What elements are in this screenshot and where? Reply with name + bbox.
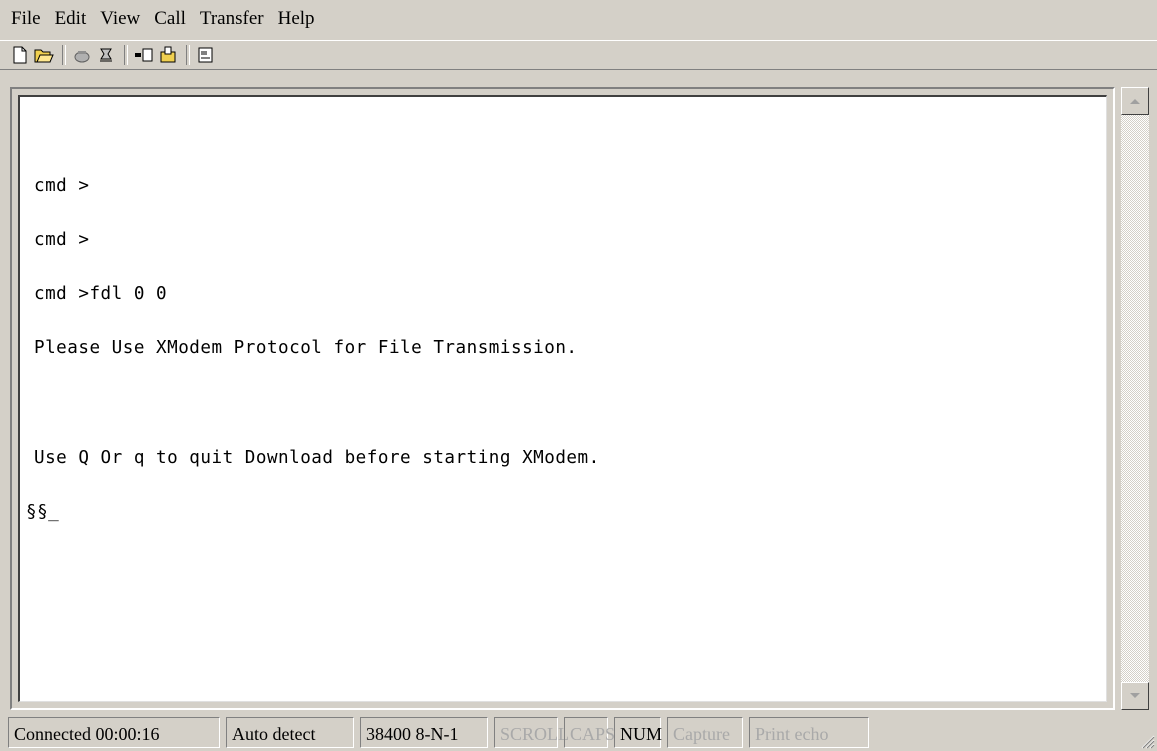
menu-help[interactable]: Help: [271, 8, 322, 30]
terminal-window[interactable]: cmd > cmd > cmd >fdl 0 0 Please Use XMod…: [18, 95, 1107, 702]
terminal-line: cmd >: [34, 176, 90, 196]
connect-icon[interactable]: [71, 44, 93, 66]
status-settings: 38400 8-N-1: [360, 717, 488, 748]
disconnect-icon[interactable]: [95, 44, 117, 66]
toolbar-separator: [62, 45, 66, 65]
receive-icon[interactable]: [157, 44, 179, 66]
status-connected: Connected 00:00:16: [8, 717, 220, 748]
toolbar: [0, 40, 1157, 70]
terminal-output: cmd > cmd > cmd >fdl 0 0 Please Use XMod…: [26, 141, 600, 557]
terminal-cursor-line: §§_: [26, 502, 60, 522]
menu-view[interactable]: View: [93, 8, 147, 30]
resize-grip-icon[interactable]: [1139, 733, 1155, 749]
menu-file[interactable]: File: [0, 8, 48, 30]
arrow-down-icon: [1130, 693, 1140, 698]
terminal-line: cmd >fdl 0 0: [34, 284, 168, 304]
scroll-up-button[interactable]: [1121, 87, 1149, 115]
status-capture: Capture: [667, 717, 743, 748]
arrow-up-icon: [1130, 99, 1140, 104]
status-num: NUM: [614, 717, 662, 748]
terminal-line: Use Q Or q to quit Download before start…: [34, 448, 600, 468]
menu-edit[interactable]: Edit: [48, 8, 94, 30]
toolbar-separator: [186, 45, 190, 65]
terminal-line: cmd >: [34, 230, 90, 250]
status-caps: CAPS: [564, 717, 615, 748]
status-detect: Auto detect: [226, 717, 354, 748]
send-icon[interactable]: [133, 44, 155, 66]
vertical-scrollbar[interactable]: [1121, 87, 1149, 710]
menu-bar: File Edit View Call Transfer Help: [0, 0, 1157, 38]
new-icon[interactable]: [9, 44, 31, 66]
status-bar: Connected 00:00:16 Auto detect 38400 8-N…: [0, 714, 1157, 751]
menu-call[interactable]: Call: [147, 8, 193, 30]
terminal-frame: cmd > cmd > cmd >fdl 0 0 Please Use XMod…: [10, 87, 1115, 710]
scroll-down-button[interactable]: [1121, 682, 1149, 710]
status-scroll: SCROLL: [494, 717, 569, 748]
status-print-echo: Print echo: [749, 717, 869, 748]
properties-icon[interactable]: [195, 44, 217, 66]
terminal-line: Please Use XModem Protocol for File Tran…: [34, 338, 578, 358]
open-icon[interactable]: [33, 44, 55, 66]
toolbar-separator: [124, 45, 128, 65]
menu-transfer[interactable]: Transfer: [193, 8, 271, 30]
